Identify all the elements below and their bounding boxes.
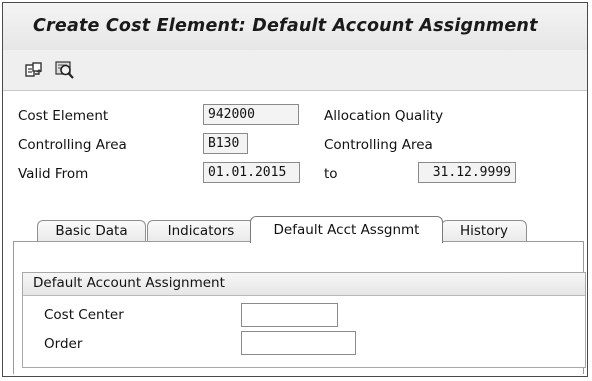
default-account-assignment-group: Default Account Assignment Cost Center O…: [22, 272, 586, 368]
cost-element-label: Cost Element: [18, 108, 109, 124]
to-label: to: [324, 166, 338, 182]
tab-default-acct-assgnmt[interactable]: Default Acct Assgnmt: [250, 216, 443, 243]
order-field[interactable]: [241, 331, 356, 355]
display-switch-icon[interactable]: [24, 60, 44, 80]
cost-element-field[interactable]: 942000: [203, 104, 299, 125]
allocation-quality-text: Allocation Quality: [324, 108, 444, 124]
cost-center-label: Cost Center: [44, 307, 124, 323]
find-icon[interactable]: [55, 60, 75, 80]
controlling-area-text: Controlling Area: [324, 137, 433, 153]
group-header: Default Account Assignment: [23, 273, 585, 296]
tab-indicators[interactable]: Indicators: [147, 220, 255, 242]
title-bar: Create Cost Element: Default Account Ass…: [3, 3, 587, 52]
controlling-area-field[interactable]: B130: [203, 133, 248, 154]
application-toolbar: [3, 50, 587, 91]
order-label: Order: [44, 336, 83, 352]
group-title: Default Account Assignment: [33, 275, 225, 291]
tab-basic-data[interactable]: Basic Data: [37, 220, 146, 242]
tab-history[interactable]: History: [441, 220, 527, 242]
valid-from-field[interactable]: 01.01.2015: [203, 162, 300, 183]
controlling-area-label: Controlling Area: [18, 137, 127, 153]
page-title: Create Cost Element: Default Account Ass…: [33, 16, 538, 36]
tabstrip: Basic Data Indicators Default Acct Assgn…: [13, 216, 584, 243]
valid-from-label: Valid From: [18, 166, 89, 182]
valid-to-field[interactable]: 31.12.9999: [418, 162, 516, 183]
cost-center-field[interactable]: [241, 303, 338, 327]
